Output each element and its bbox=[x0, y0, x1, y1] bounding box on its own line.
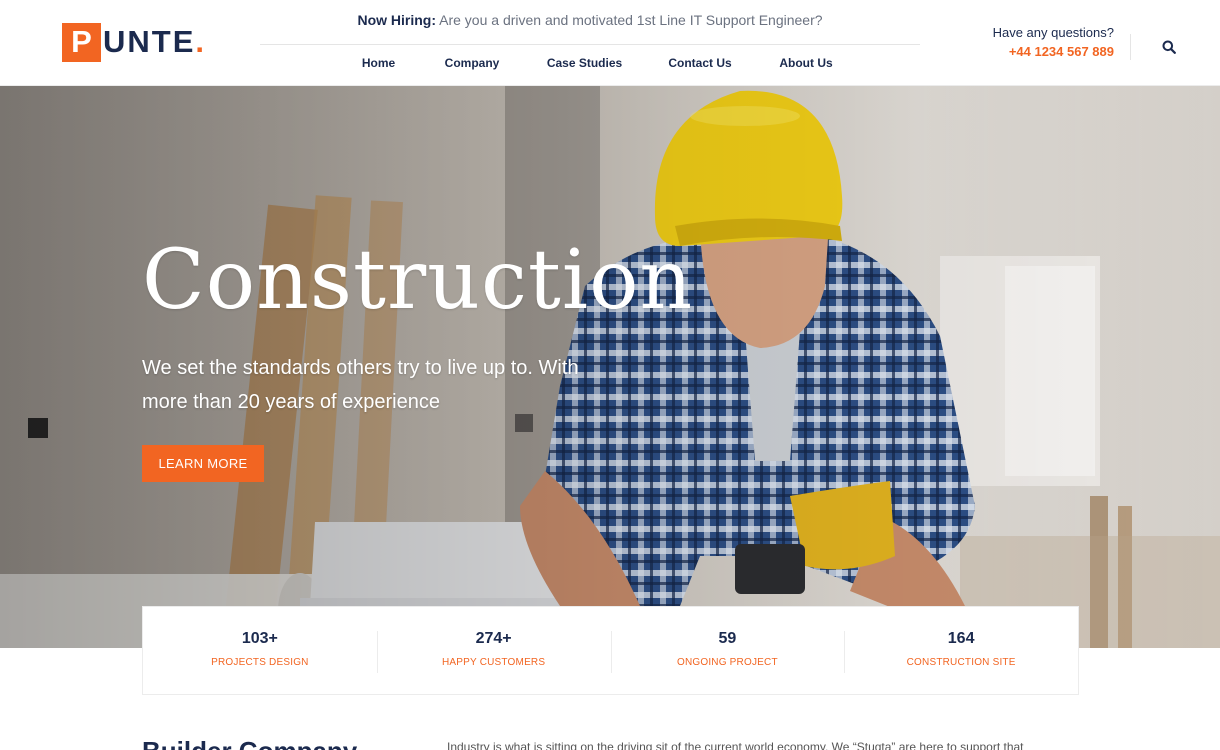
site-header: P UNTE. Now Hiring: Are you a driven and… bbox=[0, 0, 1220, 86]
stat-label: CONSTRUCTION SITE bbox=[906, 657, 1016, 668]
hero-title: Construction bbox=[142, 233, 694, 328]
stat-projects-design: 103+ PROJECTS DESIGN bbox=[143, 607, 377, 694]
header-separator bbox=[1130, 34, 1131, 60]
stat-construction-site: 164 CONSTRUCTION SITE bbox=[844, 607, 1078, 694]
questions-label: Have any questions? bbox=[992, 25, 1114, 40]
stat-happy-customers: 274+ HAPPY CUSTOMERS bbox=[376, 607, 611, 694]
nav-item-company[interactable]: Company bbox=[427, 56, 517, 70]
contact-info: Have any questions? +44 1234 567 889 bbox=[993, 25, 1114, 59]
search-button[interactable] bbox=[1160, 38, 1178, 56]
main-nav: Home Company Case Studies Contact Us Abo… bbox=[330, 56, 864, 70]
stat-label: ONGOING PROJECT bbox=[676, 657, 778, 668]
phone-link[interactable]: +44 1234 567 889 bbox=[993, 44, 1114, 59]
site-logo[interactable]: P UNTE. bbox=[62, 22, 206, 62]
about-text: Industry is what is sitting on the drivi… bbox=[447, 740, 1024, 750]
search-icon bbox=[1162, 40, 1176, 54]
stats-bar: 103+ PROJECTS DESIGN 274+ HAPPY CUSTOMER… bbox=[142, 606, 1079, 695]
hero-banner: Construction We set the standards others… bbox=[0, 86, 1220, 648]
hiring-text: Are you a driven and motivated 1st Line … bbox=[439, 12, 823, 28]
logo-wordmark: UNTE. bbox=[103, 24, 207, 59]
stat-value: 59 bbox=[718, 630, 737, 647]
stat-value: 103+ bbox=[241, 630, 278, 647]
nav-item-about-us[interactable]: About Us bbox=[748, 56, 864, 70]
hiring-label: Now Hiring: bbox=[357, 12, 436, 28]
hero-subtitle: We set the standards others try to live … bbox=[142, 357, 579, 413]
stat-value: 274+ bbox=[475, 630, 512, 647]
header-divider bbox=[260, 44, 920, 45]
nav-item-home[interactable]: Home bbox=[330, 56, 427, 70]
learn-more-button[interactable]: LEARN MORE bbox=[142, 445, 264, 482]
stat-ongoing-project: 59 ONGOING PROJECT bbox=[610, 607, 845, 694]
stat-label: PROJECTS DESIGN bbox=[211, 657, 309, 668]
stat-value: 164 bbox=[947, 630, 975, 647]
nav-item-case-studies[interactable]: Case Studies bbox=[517, 56, 652, 70]
logo-mark: P bbox=[62, 22, 101, 62]
about-title: Builder Company bbox=[142, 736, 357, 750]
nav-item-contact-us[interactable]: Contact Us bbox=[652, 56, 748, 70]
hiring-banner[interactable]: Now Hiring: Are you a driven and motivat… bbox=[260, 12, 920, 28]
stat-label: HAPPY CUSTOMERS bbox=[442, 657, 546, 668]
